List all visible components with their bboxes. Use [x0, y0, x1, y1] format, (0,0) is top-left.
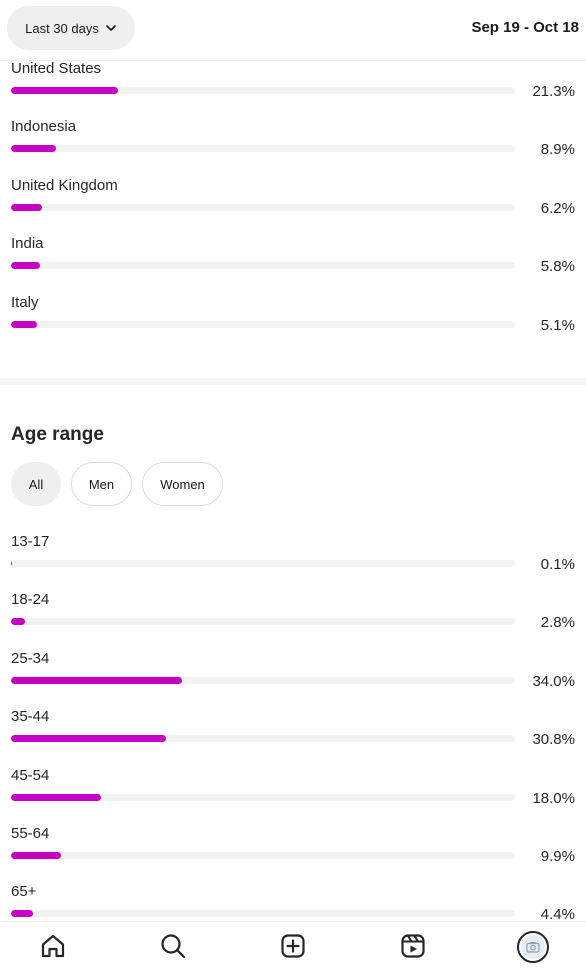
bottom-navigation: [0, 921, 586, 968]
age-percent: 34.0%: [532, 672, 575, 690]
home-icon: [41, 934, 65, 958]
nav-create-button[interactable]: [278, 931, 308, 961]
bar-track: [11, 793, 515, 801]
bar-fill: [11, 851, 61, 859]
country-label: Indonesia: [11, 118, 77, 136]
age-label: 65+: [11, 883, 37, 901]
gender-filter-group: All Men Women: [11, 462, 223, 506]
age-row: 35-44 30.8%: [0, 708, 586, 766]
section-divider: [0, 378, 586, 385]
country-row: Italy 5.1%: [0, 294, 586, 352]
bar-track: [11, 676, 515, 684]
nav-profile-button[interactable]: [516, 930, 550, 964]
country-row: United Kingdom 6.2%: [0, 177, 586, 235]
country-row: India 5.8%: [0, 235, 586, 293]
bar-fill: [11, 910, 34, 918]
country-percent: 5.8%: [540, 258, 575, 276]
top-bar: Last 30 days Sep 19 - Oct 18: [0, 0, 586, 61]
age-label: 18-24: [11, 591, 50, 609]
bar-fill: [11, 618, 26, 626]
date-range-dropdown[interactable]: Last 30 days: [7, 6, 135, 50]
age-percent: 0.1%: [540, 556, 575, 573]
bar-fill: [11, 203, 43, 211]
search-icon: [161, 934, 186, 959]
bar-fill: [11, 87, 118, 94]
bar-fill: [11, 262, 41, 270]
bar-fill: [11, 793, 102, 801]
age-row: 25-34 34.0%: [0, 650, 586, 708]
reels-icon: [401, 934, 425, 958]
age-label: 13-17: [11, 533, 50, 550]
bar-track: [11, 910, 515, 918]
bar-fill: [11, 676, 182, 684]
country-row: United States 21.3%: [0, 60, 586, 118]
age-row: 18-24 2.8%: [0, 591, 586, 649]
create-icon: [281, 934, 305, 958]
country-percent: 5.1%: [540, 316, 575, 334]
filter-all-button[interactable]: All: [11, 462, 61, 506]
age-label: 55-64: [11, 824, 50, 842]
avatar-image: [521, 935, 545, 959]
age-percent: 30.8%: [532, 731, 575, 749]
country-percent: 8.9%: [540, 141, 575, 159]
country-percent: 6.2%: [540, 199, 575, 217]
age-row: 55-64 9.9%: [0, 825, 586, 883]
bar-fill: [11, 560, 12, 567]
bar-track: [11, 560, 515, 567]
nav-search-button[interactable]: [158, 931, 188, 961]
chevron-down-icon: [106, 25, 116, 31]
bar-fill: [11, 320, 37, 328]
bar-fill: [11, 735, 166, 743]
bar-track: [11, 145, 515, 153]
age-percent: 2.8%: [540, 614, 575, 632]
country-row: Indonesia 8.9%: [0, 118, 586, 176]
camera-avatar-icon: [526, 942, 540, 953]
country-label: India: [11, 235, 44, 253]
country-label: United States: [11, 60, 102, 77]
age-percent: 9.9%: [540, 847, 575, 865]
age-percent: 18.0%: [532, 789, 575, 807]
bar-track: [11, 262, 515, 270]
age-range-list: 13-17 0.1% 18-24 2.8% 25-34 34.0% 35-44 …: [0, 533, 586, 942]
nav-reels-button[interactable]: [398, 931, 428, 961]
filter-men-button[interactable]: Men: [71, 462, 132, 506]
age-row: 45-54 18.0%: [0, 767, 586, 825]
bar-track: [11, 203, 515, 211]
countries-list: United States 21.3% Indonesia 8.9% Unite…: [0, 60, 586, 352]
age-label: 35-44: [11, 708, 50, 726]
date-range-text: Sep 19 - Oct 18: [471, 19, 579, 36]
avatar: [517, 931, 549, 963]
age-range-title: Age range: [11, 424, 104, 445]
bar-track: [11, 320, 515, 328]
nav-home-button[interactable]: [38, 931, 68, 961]
bar-track: [11, 87, 515, 94]
filter-women-button[interactable]: Women: [142, 462, 223, 506]
country-label: United Kingdom: [11, 176, 118, 194]
age-row: 13-17 0.1%: [0, 533, 586, 591]
bar-fill: [11, 145, 56, 153]
date-range-dropdown-label: Last 30 days: [25, 20, 99, 36]
country-label: Italy: [11, 293, 39, 311]
bar-track: [11, 618, 515, 626]
bar-track: [11, 851, 515, 859]
age-label: 25-34: [11, 649, 50, 667]
country-percent: 21.3%: [532, 83, 575, 100]
bar-track: [11, 735, 515, 743]
age-label: 45-54: [11, 766, 50, 784]
